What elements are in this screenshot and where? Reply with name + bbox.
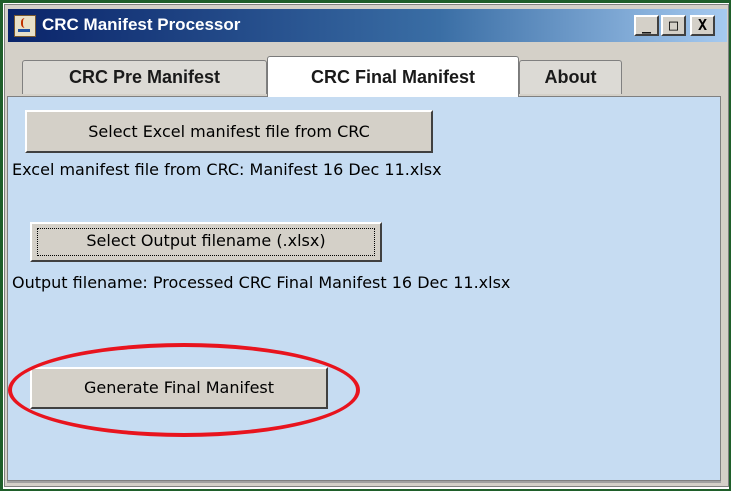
tab-about[interactable]: About (519, 60, 622, 94)
focus-indicator (37, 228, 375, 256)
close-button[interactable]: X (690, 15, 715, 36)
select-output-filename-button[interactable]: Select Output filename (.xlsx) (30, 222, 382, 262)
tab-crc-pre-manifest[interactable]: CRC Pre Manifest (22, 60, 267, 94)
java-cup-icon (14, 15, 36, 37)
tab-crc-final-manifest[interactable]: CRC Final Manifest (267, 56, 519, 97)
highlight-ellipse (8, 343, 360, 437)
window-bottom-edge (7, 481, 721, 483)
minimize-button[interactable]: _ (634, 15, 659, 36)
excel-file-label: Excel manifest file from CRC: Manifest 1… (12, 160, 442, 179)
title-bar[interactable]: CRC Manifest Processor _ □ X (8, 9, 727, 42)
select-excel-file-button[interactable]: Select Excel manifest file from CRC (25, 110, 433, 153)
maximize-button[interactable]: □ (661, 15, 686, 36)
window-title: CRC Manifest Processor (42, 15, 241, 34)
output-filename-label: Output filename: Processed CRC Final Man… (12, 273, 511, 292)
